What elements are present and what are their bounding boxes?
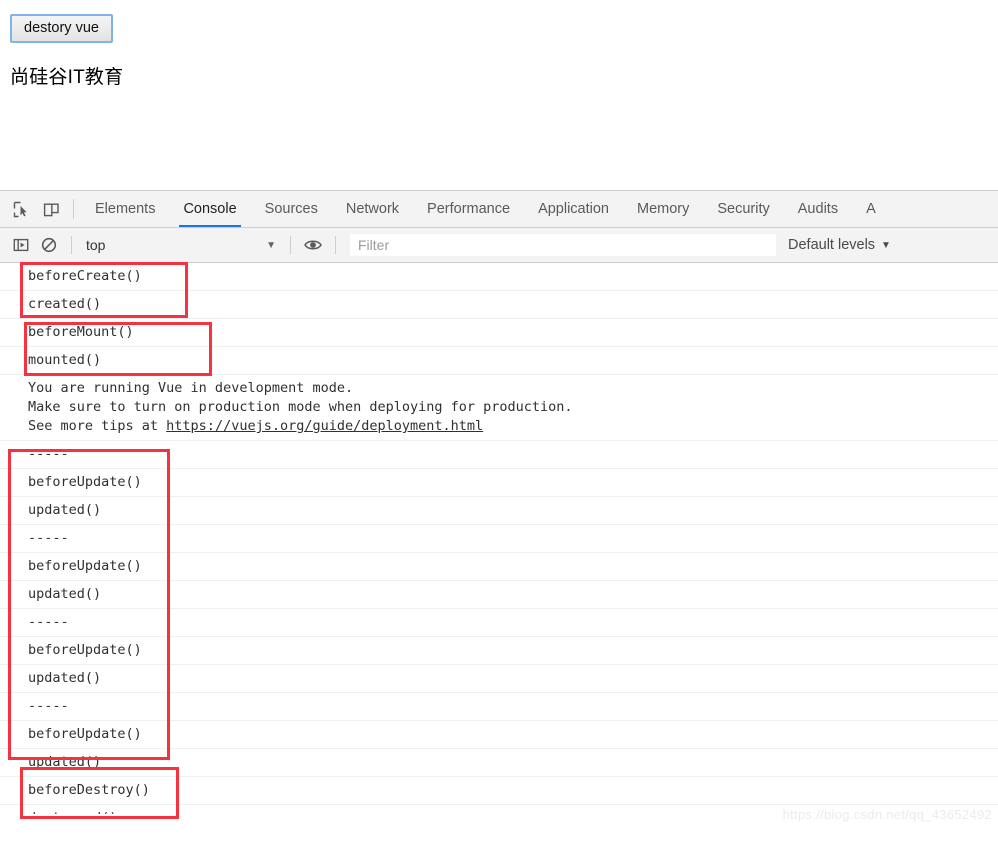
console-toolbar-divider [71,236,72,254]
console-message[interactable]: beforeUpdate() [0,553,998,581]
console-toolbar-divider-3 [335,236,336,254]
console-message[interactable]: updated() [0,665,998,693]
execution-context-select[interactable]: top ▼ [80,237,282,253]
tab-label: A [866,201,876,217]
device-toolbar-icon[interactable] [36,191,66,227]
tab-label: Audits [797,201,839,217]
watermark: https://blog.csdn.net/qq_43652492 [782,807,992,822]
execution-context-value: top [86,237,106,253]
console-message[interactable]: beforeUpdate() [0,469,998,497]
console-message[interactable]: mounted() [0,347,998,375]
tab-memory[interactable]: Memory [623,191,703,227]
console-message[interactable]: beforeUpdate() [0,637,998,665]
destroy-vue-button[interactable]: destory vue [10,14,113,43]
console-message[interactable]: ----- [0,693,998,721]
rendered-page-area: destory vue 尚硅谷IT教育 [0,0,998,190]
inspect-element-icon[interactable] [6,191,36,227]
devtools-panel: Elements Console Sources Network Perform… [0,190,998,841]
console-message-list[interactable]: beforeCreate() created() beforeMount() m… [0,263,998,814]
console-message[interactable]: ----- [0,525,998,553]
tab-label: Console [183,201,237,217]
console-message[interactable]: created() [0,291,998,319]
console-message[interactable]: ----- [0,441,998,469]
console-toolbar: top ▼ Default levels ▼ [0,228,998,263]
execution-context-icon[interactable] [7,228,35,262]
clear-console-icon[interactable] [35,228,63,262]
tab-network[interactable]: Network [332,191,413,227]
tab-elements[interactable]: Elements [81,191,169,227]
chevron-down-icon: ▼ [881,239,891,251]
tab-sources[interactable]: Sources [251,191,332,227]
chevron-down-icon: ▼ [266,239,276,251]
tab-label: Memory [637,201,690,217]
console-message[interactable]: updated() [0,749,998,777]
log-levels-select[interactable]: Default levels ▼ [788,237,891,253]
console-message[interactable]: ----- [0,609,998,637]
tabbar-divider [73,199,74,219]
tab-label: Security [717,201,770,217]
console-message-vue-dev-warning[interactable]: You are running Vue in development mode.… [0,375,998,441]
live-expression-eye-icon[interactable] [299,228,327,262]
console-message[interactable]: updated() [0,497,998,525]
tab-security[interactable]: Security [703,191,783,227]
console-message[interactable]: beforeCreate() [0,263,998,291]
console-message[interactable]: beforeMount() [0,319,998,347]
tab-label: Performance [427,201,511,217]
tab-label: Sources [264,201,318,217]
tab-audits[interactable]: Audits [784,191,852,227]
tab-label: Elements [95,201,156,217]
filter-input[interactable] [350,234,776,256]
log-levels-label: Default levels [788,237,876,253]
vue-deployment-link[interactable]: https://vuejs.org/guide/deployment.html [166,418,483,434]
console-message[interactable]: beforeUpdate() [0,721,998,749]
tab-label: Application [538,201,609,217]
tab-performance[interactable]: Performance [413,191,524,227]
console-message[interactable]: updated() [0,581,998,609]
tab-label: Network [345,201,400,217]
tab-overflow[interactable]: A [852,191,890,227]
console-message[interactable]: beforeDestroy() [0,777,998,805]
tab-console[interactable]: Console [169,191,250,227]
page-heading: 尚硅谷IT教育 [10,67,124,88]
console-toolbar-divider-2 [290,236,291,254]
devtools-tabbar: Elements Console Sources Network Perform… [0,191,998,228]
tab-application[interactable]: Application [524,191,623,227]
